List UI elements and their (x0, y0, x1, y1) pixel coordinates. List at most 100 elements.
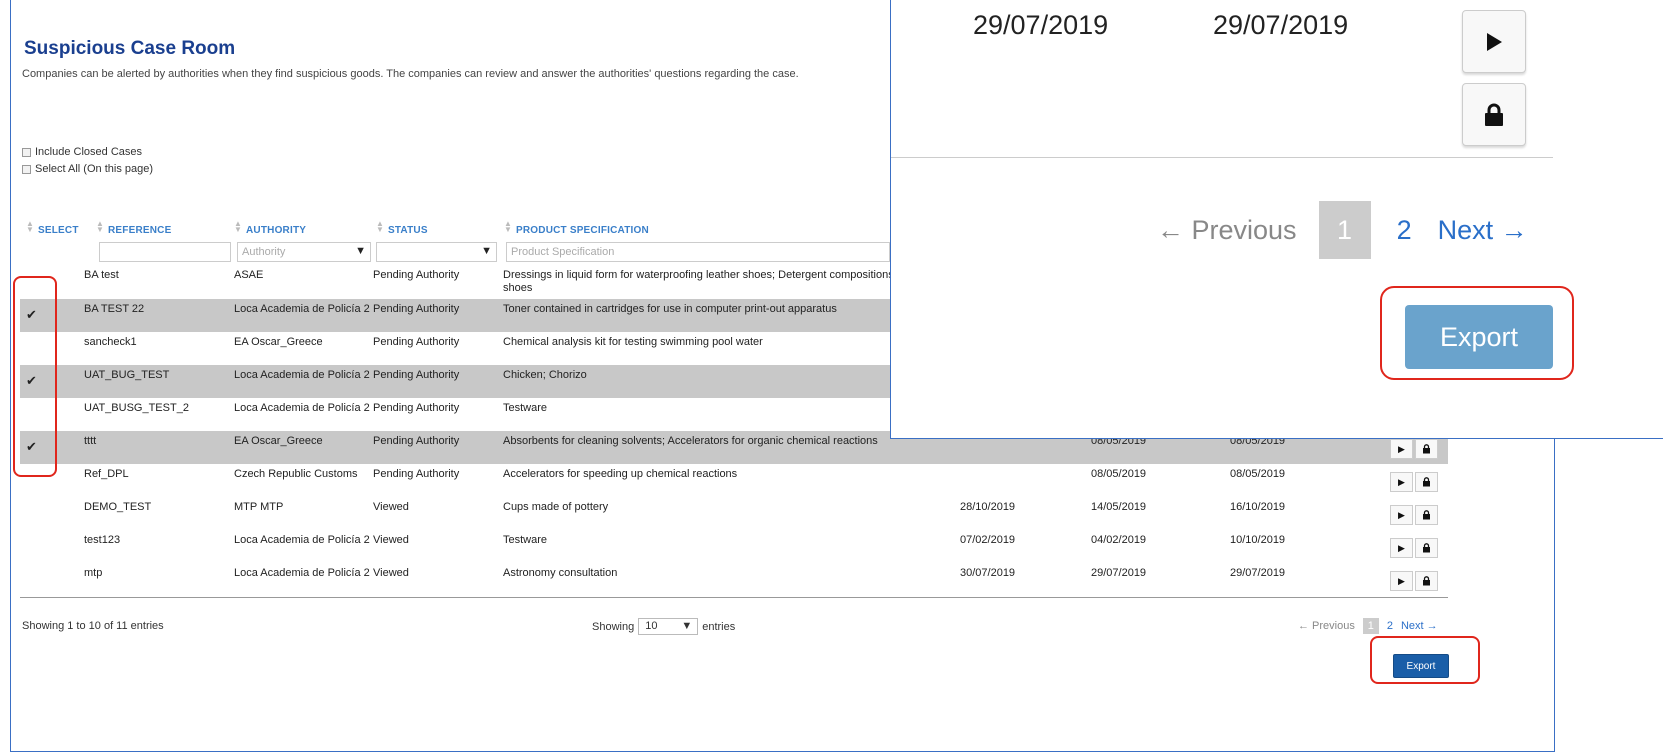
lock-icon[interactable] (1415, 439, 1438, 459)
table-bottom-divider (20, 597, 1448, 598)
include-closed-checkbox[interactable] (22, 147, 31, 157)
cell-product-line1: Cups made of pottery (503, 501, 609, 513)
row-actions: ▶ (1390, 505, 1440, 525)
cell-product: Absorbents for cleaning solvents; Accele… (503, 435, 903, 448)
zoom-divider (891, 157, 1553, 158)
cell-product: Toner contained in cartridges for use in… (503, 303, 903, 316)
cell-authority: Loca Academia de Policía 2 (234, 402, 370, 414)
include-closed-label: Include Closed Cases (35, 146, 143, 158)
sort-icon[interactable]: ▲ ▼ (376, 220, 384, 234)
cell-product-line1: Accelerators for speeding up chemical re… (503, 468, 738, 480)
cell-product: Testware (503, 534, 903, 547)
lock-icon[interactable] (1415, 571, 1438, 591)
column-header-authority[interactable]: AUTHORITY (246, 225, 306, 236)
cell-reference: UAT_BUG_TEST (84, 369, 170, 381)
zoom-pagination-page-1[interactable]: 1 (1318, 201, 1371, 259)
table-row[interactable]: DEMO_TEST MTP MTP Viewed Cups made of potte… (20, 497, 1448, 530)
cell-date-3: 16/10/2019 (1230, 501, 1286, 513)
pagination-previous[interactable]: ← Previous (1298, 620, 1355, 632)
cell-status: Viewed (373, 534, 409, 546)
cell-product-line1: Testware (503, 402, 548, 414)
cell-reference: mtp (84, 567, 103, 579)
cell-authority: EA Oscar_Greece (234, 336, 323, 348)
cell-status: Pending Authority (373, 369, 460, 381)
cell-status: Pending Authority (373, 303, 460, 315)
play-icon[interactable]: ▶ (1390, 505, 1413, 525)
cell-product-line1: Absorbents for cleaning solvents; Accele… (503, 435, 878, 447)
table-row[interactable]: mtp Loca Academia de Policía 2 Viewed Astro… (20, 563, 1448, 596)
cell-authority: Czech Republic Customs (234, 468, 358, 480)
cell-date-2: 04/02/2019 (1091, 534, 1147, 546)
row-select-cell[interactable] (26, 538, 38, 550)
lock-icon[interactable] (1415, 538, 1438, 558)
highlight-export-button (1370, 636, 1480, 684)
cell-reference: test123 (84, 534, 121, 546)
zoom-pagination-page-2[interactable]: 2 (1397, 215, 1412, 246)
zoom-pagination-previous[interactable]: ← Previous (1157, 215, 1297, 246)
lock-icon[interactable] (1415, 472, 1438, 492)
play-icon[interactable]: ▶ (1390, 472, 1413, 492)
table-row[interactable]: test123 Loca Academia de Policía 2 Viewed T… (20, 530, 1448, 563)
zoom-view-button[interactable] (1462, 10, 1526, 73)
cell-date-2: 14/05/2019 (1091, 501, 1147, 513)
cell-status: Pending Authority (373, 435, 460, 447)
cell-product: Chicken; Chorizo (503, 369, 903, 382)
cell-authority: Loca Academia de Policía 2 (234, 303, 370, 315)
play-icon[interactable]: ▶ (1390, 439, 1413, 459)
lock-icon[interactable] (1415, 505, 1438, 525)
cell-date-3: 29/07/2019 (1230, 567, 1286, 579)
cell-product-line1: Chicken; Chorizo (503, 369, 587, 381)
cell-authority: Loca Academia de Policía 2 (234, 534, 370, 546)
cell-product: Dressings in liquid form for waterproofi… (503, 269, 903, 295)
include-closed-checkbox-row[interactable]: Include Closed Cases (22, 146, 142, 158)
sort-icon[interactable]: ▲ ▼ (504, 220, 512, 234)
cell-product: Cups made of pottery (503, 501, 903, 514)
zoom-pagination-next[interactable]: Next → (1438, 215, 1528, 246)
sort-icon[interactable]: ▲ ▼ (26, 220, 34, 234)
cell-reference: tttt (84, 435, 97, 447)
play-icon[interactable]: ▶ (1390, 538, 1413, 558)
cell-date-3: 10/10/2019 (1230, 534, 1286, 546)
cell-reference: BA TEST 22 (84, 303, 145, 315)
play-icon[interactable]: ▶ (1390, 571, 1413, 591)
zoom-inset: 29/07/2019 29/07/2019 ← Previous 1 2 Nex… (890, 0, 1663, 439)
cell-product-line1: Toner contained in cartridges for use in… (503, 303, 837, 315)
authority-filter-placeholder: Authority (242, 246, 286, 258)
product-filter-input[interactable]: Product Specification (506, 242, 890, 262)
cell-status: Viewed (373, 501, 409, 513)
entries-length-select[interactable]: 10 ▼ (638, 618, 699, 635)
pagination-next[interactable]: Next → (1401, 620, 1438, 632)
row-actions: ▶ (1390, 472, 1440, 492)
table-row[interactable]: Ref_DPL Czech Republic Customs Pending Aut… (20, 464, 1448, 497)
cell-product-line1: Testware (503, 534, 548, 546)
status-filter-select[interactable]: ▼ (376, 242, 497, 262)
pagination: ← Previous 1 2 Next → (1298, 618, 1446, 634)
filter-funnel-icon: ▼ (355, 245, 366, 257)
cell-authority: MTP MTP (234, 501, 284, 513)
reference-filter-input[interactable] (99, 242, 231, 262)
row-actions: ▶ (1390, 571, 1440, 591)
lock-icon (1485, 103, 1503, 126)
highlight-select-column (13, 276, 57, 477)
column-header-product[interactable]: PRODUCT SPECIFICATION (516, 225, 649, 236)
column-header-status[interactable]: STATUS (388, 225, 428, 236)
column-header-reference[interactable]: REFERENCE (108, 225, 171, 236)
cell-status: Pending Authority (373, 468, 460, 480)
row-select-cell[interactable] (26, 571, 38, 583)
showing-word: Showing (592, 620, 635, 633)
row-select-cell[interactable] (26, 505, 38, 517)
cell-status: Pending Authority (373, 336, 460, 348)
zoom-lock-button[interactable] (1462, 83, 1526, 146)
select-all-checkbox-row[interactable]: Select All (On this page) (22, 163, 153, 175)
pagination-page-1[interactable]: 1 (1362, 618, 1379, 634)
sort-icon[interactable]: ▲ ▼ (96, 220, 104, 234)
cell-product: Astronomy consultation (503, 567, 903, 580)
authority-filter-select[interactable]: Authority ▼ (237, 242, 371, 262)
pagination-page-2[interactable]: 2 (1387, 620, 1393, 632)
select-all-checkbox[interactable] (22, 164, 31, 174)
page-title: Suspicious Case Room (24, 38, 236, 59)
column-header-select[interactable]: SELECT (38, 225, 79, 236)
cell-reference: UAT_BUSG_TEST_2 (84, 402, 189, 414)
row-actions: ▶ (1390, 439, 1440, 459)
sort-icon[interactable]: ▲ ▼ (234, 220, 242, 234)
